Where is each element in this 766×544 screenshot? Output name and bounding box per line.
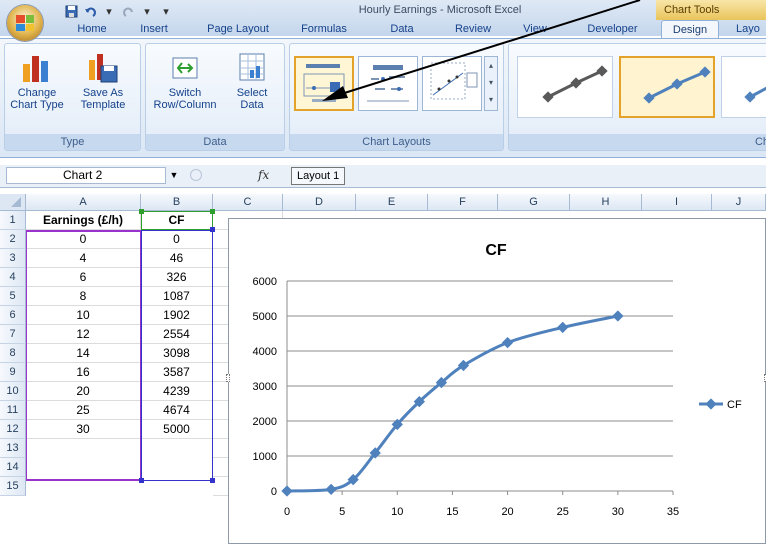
annotation-arrow-head	[322, 86, 348, 101]
annotation-arrow-line	[337, 0, 641, 96]
annotation-arrow	[322, 0, 641, 101]
